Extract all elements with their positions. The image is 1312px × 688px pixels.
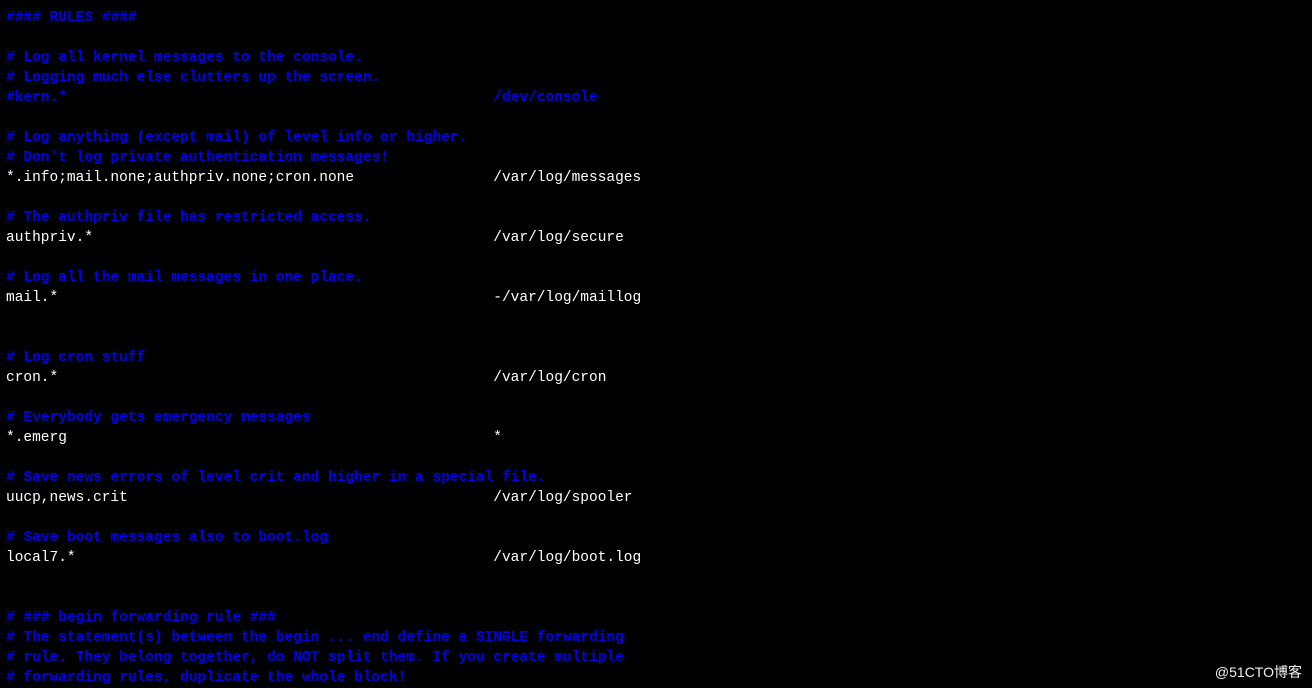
comment-line: #kern.* /dev/console xyxy=(6,88,1312,108)
blank-line xyxy=(6,308,1312,328)
blank-line xyxy=(6,448,1312,468)
comment-line: # The authpriv file has restricted acces… xyxy=(6,208,1312,228)
comment-line: # Don't log private authentication messa… xyxy=(6,148,1312,168)
blank-line xyxy=(6,568,1312,588)
rule-line: uucp,news.crit /var/log/spooler xyxy=(6,488,1312,508)
comment-line: # Save boot messages also to boot.log xyxy=(6,528,1312,548)
comment-line: # Log all kernel messages to the console… xyxy=(6,48,1312,68)
comment-line: # Log anything (except mail) of level in… xyxy=(6,128,1312,148)
comment-line: # Log cron stuff xyxy=(6,348,1312,368)
blank-line xyxy=(6,188,1312,208)
blank-line xyxy=(6,108,1312,128)
rule-line: *.emerg * xyxy=(6,428,1312,448)
blank-line xyxy=(6,508,1312,528)
comment-line: #### RULES #### xyxy=(6,8,1312,28)
blank-line xyxy=(6,588,1312,608)
rule-line: *.info;mail.none;authpriv.none;cron.none… xyxy=(6,168,1312,188)
rule-line: authpriv.* /var/log/secure xyxy=(6,228,1312,248)
blank-line xyxy=(6,248,1312,268)
rule-line: mail.* -/var/log/maillog xyxy=(6,288,1312,308)
comment-line: # Logging much else clutters up the scre… xyxy=(6,68,1312,88)
comment-line: # rule. They belong together, do NOT spl… xyxy=(6,648,1312,668)
comment-line: # Save news errors of level crit and hig… xyxy=(6,468,1312,488)
watermark-label: @51CTO博客 xyxy=(1215,662,1302,682)
blank-line xyxy=(6,328,1312,348)
comment-line: # forwarding rules, duplicate the whole … xyxy=(6,668,1312,688)
comment-line: # ### begin forwarding rule ### xyxy=(6,608,1312,628)
rule-line: cron.* /var/log/cron xyxy=(6,368,1312,388)
file-content: #### RULES #### # Log all kernel message… xyxy=(0,0,1312,688)
blank-line xyxy=(6,388,1312,408)
rule-line: local7.* /var/log/boot.log xyxy=(6,548,1312,568)
terminal-window[interactable]: #### RULES #### # Log all kernel message… xyxy=(0,0,1312,688)
comment-line: # Log all the mail messages in one place… xyxy=(6,268,1312,288)
blank-line xyxy=(6,28,1312,48)
comment-line: # Everybody gets emergency messages xyxy=(6,408,1312,428)
comment-line: # The statement(s) between the begin ...… xyxy=(6,628,1312,648)
